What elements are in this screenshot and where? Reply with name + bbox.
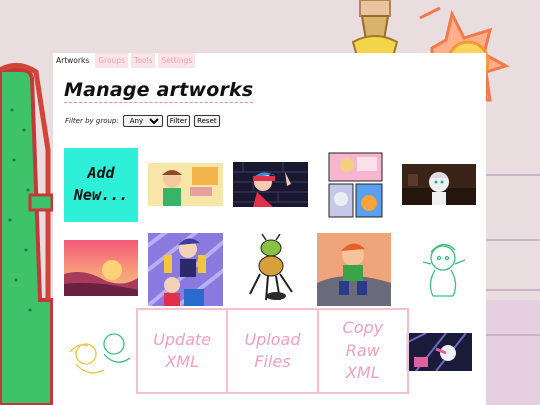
artwork-thumbnail[interactable] xyxy=(240,234,300,302)
artwork-thumbnail[interactable] xyxy=(233,162,308,207)
artwork-thumbnail[interactable] xyxy=(327,151,384,219)
add-new-label: Add New... xyxy=(73,164,129,204)
copy-raw-xml-button[interactable]: Copy Raw XML xyxy=(319,310,407,392)
tab-groups[interactable]: Groups xyxy=(95,53,128,68)
artwork-thumbnail[interactable] xyxy=(148,163,223,206)
artwork-thumbnail[interactable] xyxy=(402,164,476,205)
tab-bar: Artworks Groups Tools Settings xyxy=(53,53,196,68)
artwork-thumbnail[interactable] xyxy=(64,318,138,393)
tab-artworks[interactable]: Artworks xyxy=(53,53,93,68)
group-select[interactable]: Any xyxy=(122,115,163,127)
filter-button[interactable]: Filter xyxy=(166,115,191,127)
page-title: Manage artworks xyxy=(64,79,254,103)
artwork-thumbnail[interactable] xyxy=(64,240,138,296)
upload-files-button[interactable]: Upload Files xyxy=(228,310,319,392)
reset-button[interactable]: Reset xyxy=(194,115,220,127)
tab-settings[interactable]: Settings xyxy=(158,53,196,68)
artwork-thumbnail[interactable] xyxy=(148,233,223,306)
update-xml-button[interactable]: Update XML xyxy=(138,310,229,392)
add-new-artwork-button[interactable]: Add New... xyxy=(64,148,138,222)
filter-bar: Filter by group: Any Filter Reset xyxy=(65,115,220,127)
tab-tools[interactable]: Tools xyxy=(130,53,156,68)
artwork-thumbnail[interactable] xyxy=(406,333,472,371)
artwork-thumbnail[interactable] xyxy=(411,234,475,304)
filter-label: Filter by group: xyxy=(65,117,119,125)
artwork-thumbnail[interactable] xyxy=(317,233,391,306)
action-bar: Update XML Upload Files Copy Raw XML xyxy=(136,308,409,394)
